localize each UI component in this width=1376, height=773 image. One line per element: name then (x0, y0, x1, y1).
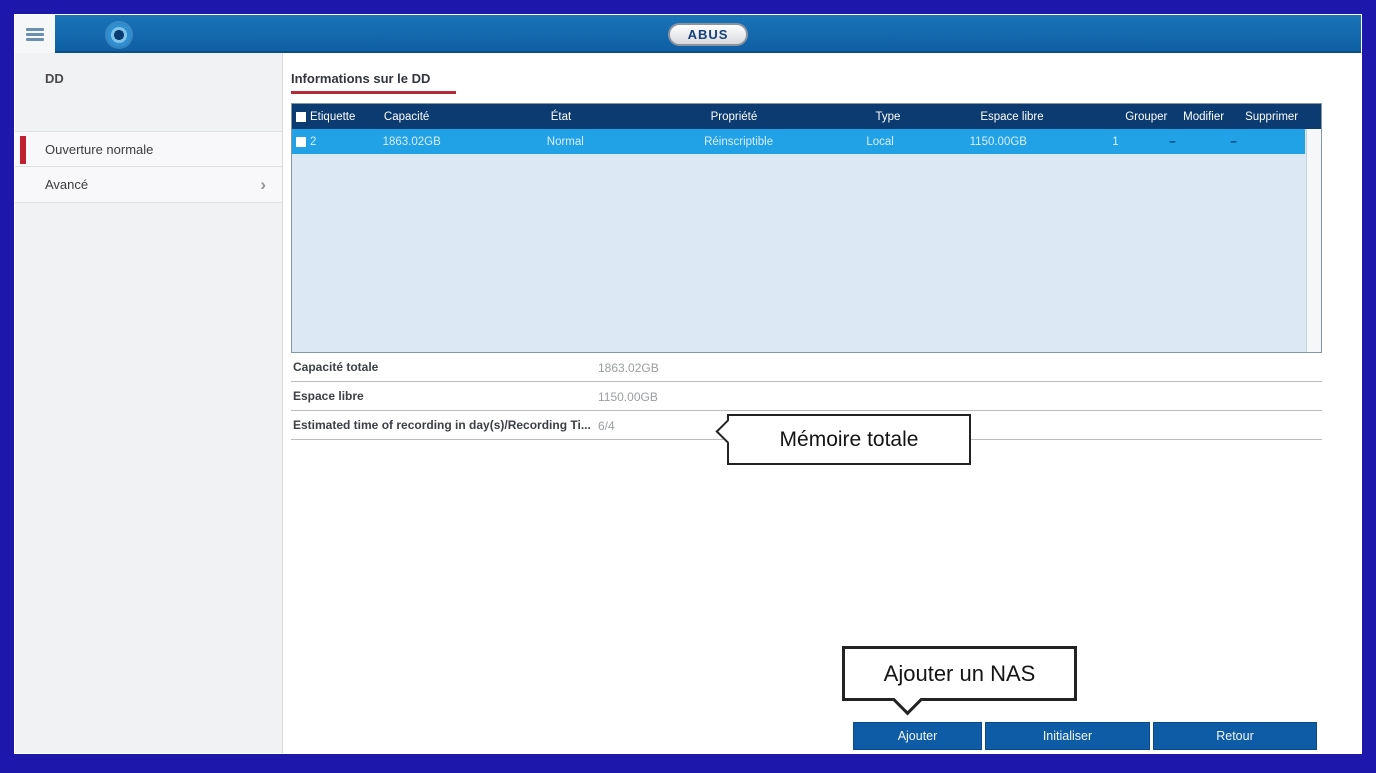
summary-value: 1863.02GB (598, 361, 659, 375)
sidebar: DD Ouverture normale Avancé › (15, 53, 283, 753)
supprimer-action: – (1226, 129, 1305, 154)
table-header-row: Etiquette Capacité État Propriété Type E… (292, 104, 1321, 129)
summary-value: 6/4 (598, 419, 615, 433)
column-header-propriete: Propriété (707, 104, 872, 129)
hdd-table: Etiquette Capacité État Propriété Type E… (291, 103, 1322, 353)
column-header-capacite: Capacité (380, 104, 547, 129)
cell-type: Local (862, 129, 965, 154)
cell-espace-libre: 1150.00GB (966, 129, 1109, 154)
sidebar-item-label: Avancé (45, 177, 88, 192)
cell-etiquette: 2 (310, 136, 316, 148)
summary-label: Capacité totale (293, 360, 378, 374)
sidebar-item-label: Ouverture normale (45, 142, 153, 157)
callout-memoire-totale: Mémoire totale (727, 414, 971, 465)
summary-label: Estimated time of recording in day(s)/Re… (293, 418, 591, 432)
table-scrollbar[interactable] (1306, 129, 1321, 352)
callout-down-arrow (893, 686, 923, 716)
title-red-underline (291, 91, 456, 94)
abus-logo: ABUS (668, 23, 748, 46)
hamburger-menu-button[interactable] (15, 15, 55, 53)
cell-propriete: Réinscriptible (700, 129, 862, 154)
app-window: ABUS DD Ouverture normale Avancé › Infor… (14, 14, 1362, 754)
eye-icon[interactable] (107, 23, 131, 47)
selected-indicator (20, 136, 26, 164)
select-all-checkbox[interactable] (296, 112, 306, 122)
column-header-espace-libre: Espace libre (976, 104, 1121, 129)
column-header-etiquette: Etiquette (292, 104, 380, 129)
hamburger-icon (26, 26, 44, 43)
sidebar-item-ouverture-normale[interactable]: Ouverture normale (15, 131, 282, 167)
initialiser-button[interactable]: Initialiser (985, 722, 1150, 750)
column-header-supprimer: Supprimer (1241, 104, 1321, 129)
summary-row-espace-libre: Espace libre 1150.00GB (291, 382, 1322, 411)
column-header-etat: État (547, 104, 707, 129)
row-checkbox[interactable] (296, 137, 306, 147)
summary-label: Espace libre (293, 389, 364, 403)
summary-value: 1150.00GB (598, 390, 658, 404)
chevron-right-icon: › (260, 175, 266, 195)
sidebar-item-avance[interactable]: Avancé › (15, 167, 282, 203)
cell-capacite: 1863.02GB (379, 129, 543, 154)
top-bar: ABUS (55, 15, 1361, 53)
ajouter-button[interactable]: Ajouter (853, 722, 982, 750)
screen-frame: ABUS DD Ouverture normale Avancé › Infor… (0, 0, 1376, 773)
modifier-action: – (1165, 129, 1226, 154)
sidebar-title: DD (45, 71, 64, 86)
cell-etat: Normal (543, 129, 700, 154)
callout-ajouter-un-nas: Ajouter un NAS (842, 646, 1077, 701)
retour-button[interactable]: Retour (1153, 722, 1317, 750)
page-title: Informations sur le DD (291, 71, 430, 86)
column-header-modifier: Modifier (1179, 104, 1241, 129)
summary-row-capacite-totale: Capacité totale 1863.02GB (291, 353, 1322, 382)
table-row[interactable]: 2 1863.02GB Normal Réinscriptible Local … (292, 129, 1305, 154)
column-header-type: Type (871, 104, 976, 129)
column-header-grouper: Grouper (1121, 104, 1179, 129)
cell-grouper: 1 (1108, 129, 1165, 154)
